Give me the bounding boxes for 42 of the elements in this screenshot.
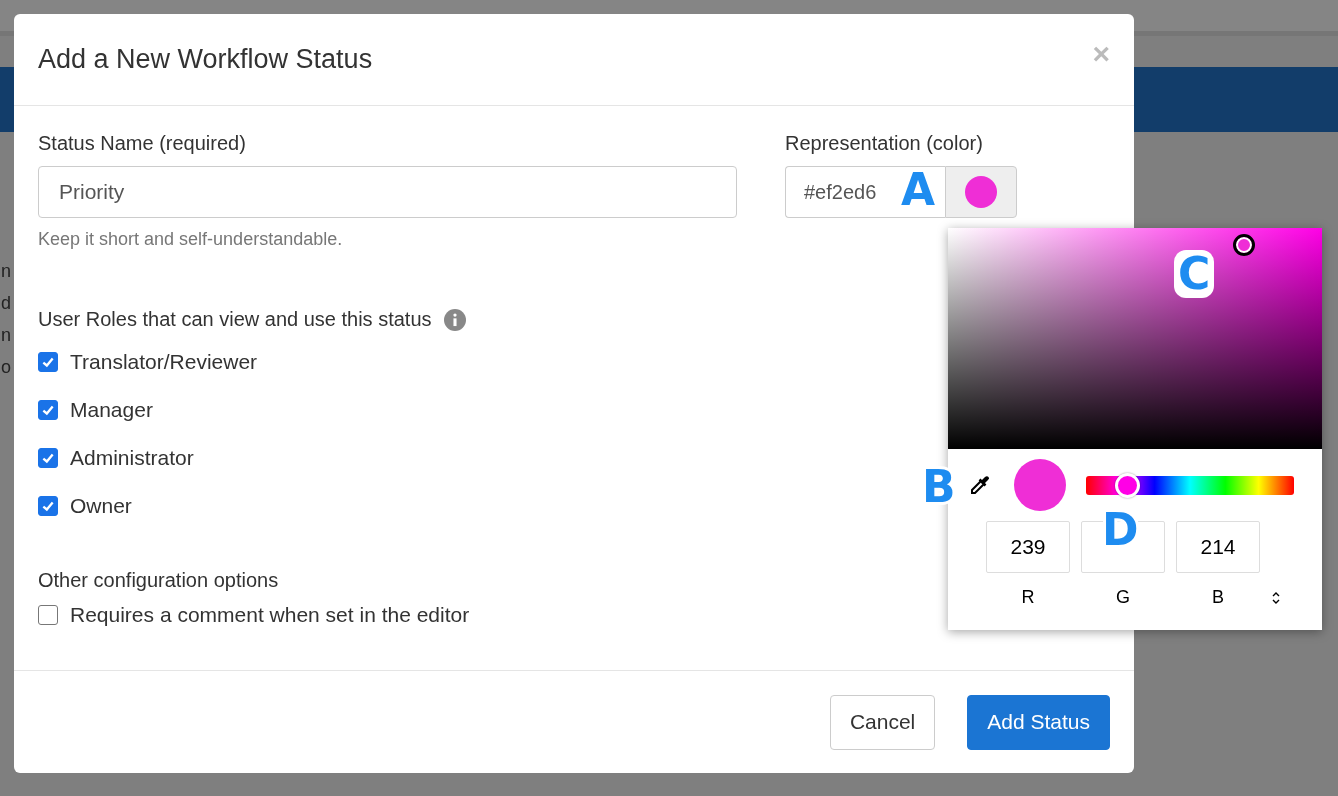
callout-label: C [1174,250,1215,298]
background-text: d [1,292,11,315]
checkbox[interactable] [38,496,58,516]
checkbox[interactable] [38,352,58,372]
checkbox-label: Requires a comment when set in the editor [70,603,470,627]
background-text: o [1,356,11,379]
check-icon [41,355,55,369]
add-status-button[interactable]: Add Status [967,694,1110,750]
check-icon [41,451,55,465]
color-swatch-button[interactable] [945,166,1017,218]
callout-label: B [922,465,956,509]
background-text: n [1,260,11,283]
section-label: Other configuration options [38,569,279,591]
field-label: Representation (color) [785,132,984,155]
dialog-title: Add a New Workflow Status [38,44,373,75]
checkbox[interactable] [38,448,58,468]
cancel-button[interactable]: Cancel [829,694,936,750]
status-name-input[interactable]: Priority [38,166,737,218]
picker-handle[interactable] [1233,234,1255,256]
check-icon [41,403,55,417]
channel-label: B [1212,587,1224,608]
callout-label: A [901,168,936,212]
checkbox-label: Manager [70,398,153,422]
channel-label: G [1116,587,1130,608]
eyedropper-icon[interactable] [968,473,992,497]
section-label: User Roles that can view and use this status [38,308,432,331]
check-icon [41,499,55,513]
channel-label: R [1021,587,1035,608]
checkbox[interactable] [38,400,58,420]
up-down-icon[interactable] [1271,591,1281,605]
channel-input[interactable]: 239 [986,521,1070,573]
checkbox[interactable] [38,605,58,625]
field-label: Status Name (required) [38,132,247,155]
info-icon[interactable] [443,308,466,331]
callout-label: D [1102,507,1139,552]
color-preview [1014,459,1066,511]
background-text: n [1,324,11,347]
channel-input[interactable]: 214 [1176,521,1260,573]
checkbox-label: Translator/Reviewer [70,350,258,374]
checkbox-label: Administrator [70,446,194,470]
checkbox-label: Owner [70,494,132,518]
help-text: Keep it short and self-understandable. [38,229,344,250]
